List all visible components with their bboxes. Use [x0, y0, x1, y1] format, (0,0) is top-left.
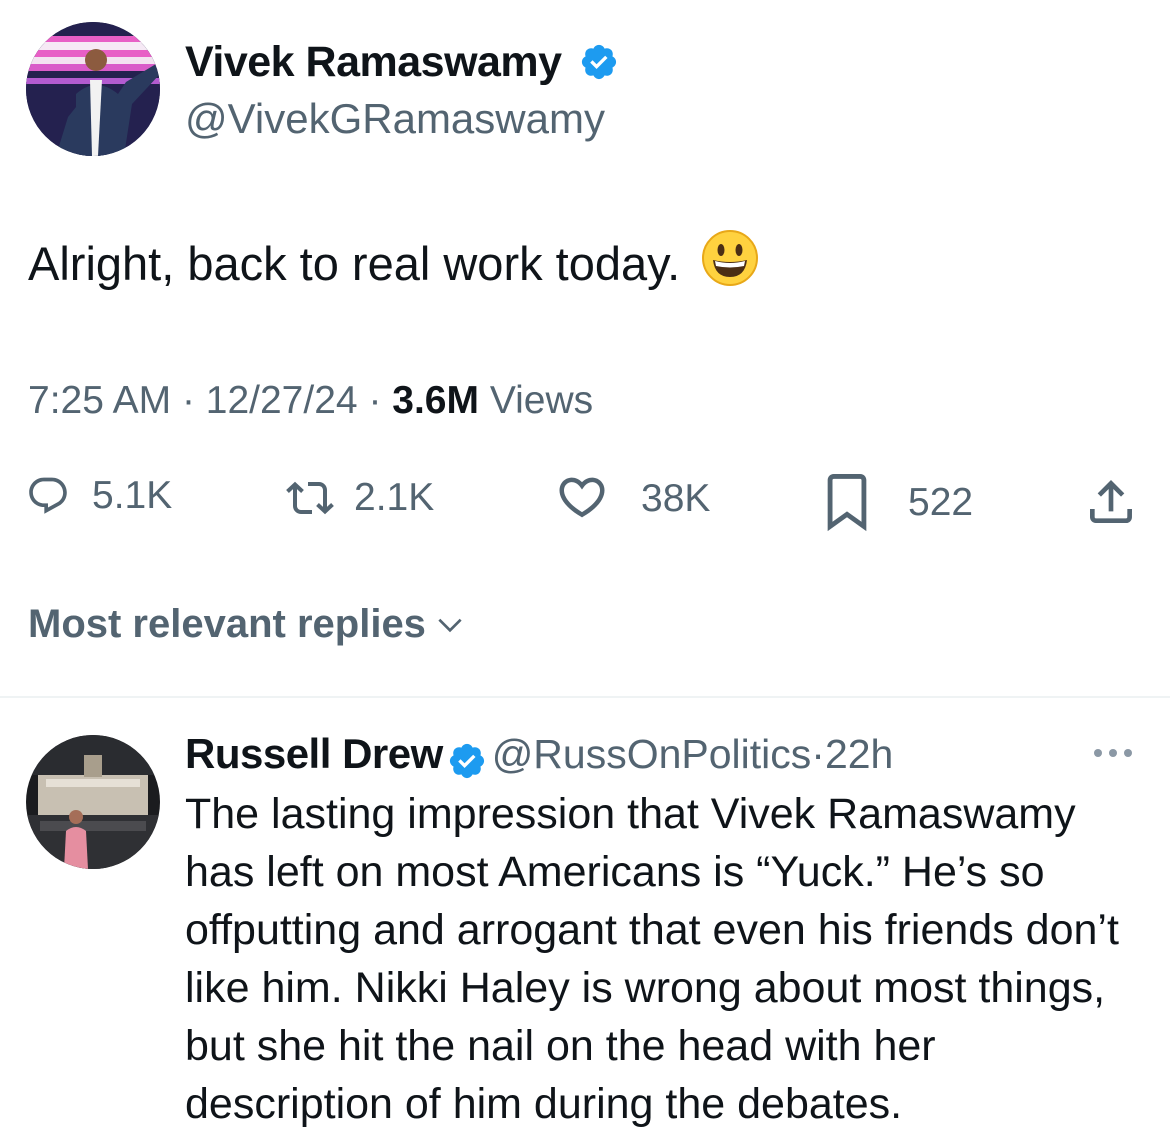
reply-button[interactable]: 5.1K	[26, 474, 172, 518]
views-count: 3.6M	[392, 379, 479, 422]
tweet-date[interactable]: 12/27/24	[206, 379, 358, 422]
reply-separator: ·	[811, 731, 825, 777]
author-handle[interactable]: @VivekGRamaswamy	[185, 95, 605, 143]
reply-age[interactable]: 22h	[825, 731, 893, 777]
author-name[interactable]: Vivek Ramaswamy	[185, 38, 619, 87]
verified-badge-icon	[581, 44, 617, 79]
bookmark-button[interactable]: 522	[822, 474, 973, 532]
reply-text: The lasting impression that Vivek Ramasw…	[185, 790, 1119, 1128]
author-name-text[interactable]: Vivek Ramaswamy	[185, 38, 562, 86]
more-icon	[1094, 749, 1132, 757]
repost-count: 2.1K	[354, 476, 435, 519]
more-options-button[interactable]	[1088, 738, 1138, 768]
reply-header: Russell Drew @RussOnPolitics·22h	[185, 730, 893, 781]
verified-badge-icon	[450, 743, 485, 778]
like-count: 38K	[641, 477, 711, 520]
like-button[interactable]: 38K	[555, 474, 710, 524]
tweet-text: Alright, back to real work today.	[28, 230, 759, 298]
repost-icon	[286, 481, 334, 515]
tweet-text-body: Alright, back to real work today.	[28, 237, 681, 290]
reply-author-name[interactable]: Russell Drew	[185, 730, 443, 777]
tweet-time[interactable]: 7:25 AM	[28, 379, 171, 422]
reply-icon	[29, 477, 67, 514]
like-icon	[559, 477, 605, 518]
tweet-metadata: 7:25 AM · 12/27/24 · 3.6M Views	[28, 379, 593, 423]
repost-button[interactable]: 2.1K	[286, 474, 434, 522]
author-avatar[interactable]	[26, 22, 160, 156]
bookmark-count: 522	[908, 481, 974, 524]
meta-separator: ·	[368, 379, 382, 422]
chevron-down-icon	[438, 618, 462, 632]
share-button[interactable]	[1083, 474, 1139, 530]
share-icon	[1090, 480, 1132, 523]
grinning-emoji	[701, 229, 759, 298]
reply-count: 5.1K	[92, 474, 173, 517]
reply-sort-label: Most relevant replies	[28, 602, 426, 646]
bookmark-icon	[827, 474, 867, 532]
views-label: Views	[489, 379, 594, 422]
section-divider	[0, 696, 1170, 698]
reply-sort-dropdown[interactable]: Most relevant replies	[28, 602, 466, 647]
reply-author-avatar[interactable]	[26, 735, 160, 869]
reply-author-handle[interactable]: @RussOnPolitics	[492, 731, 812, 777]
meta-separator: ·	[181, 379, 195, 422]
